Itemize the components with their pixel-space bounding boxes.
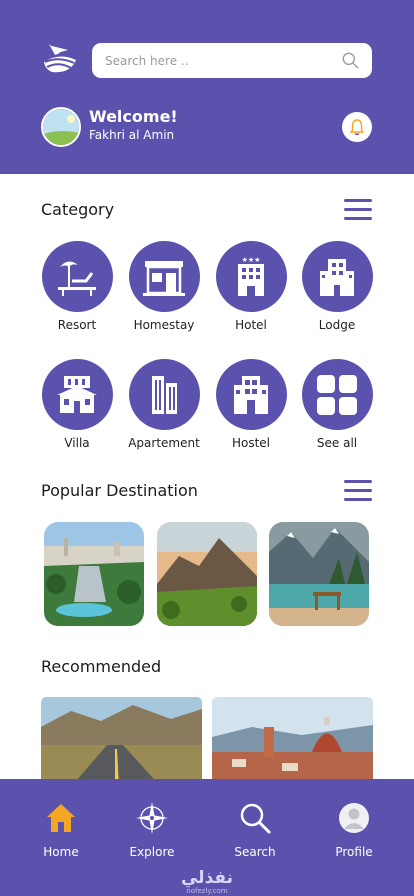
mountain-valley-image — [157, 522, 257, 626]
svg-text:★★★: ★★★ — [242, 256, 261, 264]
category-resort[interactable]: Resort — [33, 241, 121, 332]
nav-explore[interactable]: Explore — [112, 801, 192, 859]
category-label: Apartement — [128, 436, 200, 450]
homestay-icon — [128, 241, 200, 312]
category-label: Lodge — [318, 318, 356, 332]
search-bar[interactable] — [92, 43, 372, 78]
recommended-card-road[interactable] — [41, 697, 202, 787]
category-hostel[interactable]: Hostel — [207, 359, 295, 450]
welcome-text: Welcome! — [89, 107, 178, 126]
nav-label: Search — [234, 845, 276, 859]
user-avatar[interactable] — [41, 107, 81, 147]
recommended-card-florence[interactable] — [212, 697, 373, 787]
popular-destination-title: Popular Destination — [41, 481, 198, 500]
hostel-icon — [215, 359, 287, 430]
grid-icon — [301, 359, 373, 430]
popular-menu-icon[interactable] — [344, 480, 372, 502]
nav-home[interactable]: Home — [21, 801, 101, 859]
nav-search[interactable]: Search — [215, 801, 295, 859]
category-homestay[interactable]: Homestay — [120, 241, 208, 332]
search-icon — [240, 803, 271, 834]
resort-icon — [41, 241, 113, 312]
lake-mountains-image — [269, 522, 369, 626]
category-see-all[interactable]: See all — [293, 359, 381, 450]
home-icon — [47, 804, 75, 832]
recommended-title: Recommended — [41, 657, 162, 676]
nav-profile[interactable]: Profile — [314, 801, 394, 859]
category-apartement[interactable]: Apartement — [120, 359, 208, 450]
category-menu-icon[interactable] — [344, 199, 372, 221]
profile-icon — [339, 803, 369, 833]
destination-card-city[interactable] — [44, 522, 144, 626]
watermark: نفذلي nofezly.com — [0, 868, 414, 896]
florence-city-image — [212, 697, 373, 787]
watermark-sub: nofezly.com — [186, 887, 228, 895]
nav-label: Home — [43, 845, 79, 859]
user-name: Fakhri al Amin — [89, 128, 175, 142]
villa-icon — [41, 359, 113, 430]
compass-icon — [136, 802, 168, 834]
nav-label: Explore — [129, 845, 175, 859]
nav-label: Profile — [335, 845, 373, 859]
city-waterfall-image — [44, 522, 144, 626]
watermark-main: نفذلي — [180, 868, 234, 888]
search-input[interactable] — [105, 43, 325, 78]
destination-card-lake[interactable] — [269, 522, 369, 626]
category-label: Hotel — [235, 318, 267, 332]
destination-card-mountain[interactable] — [157, 522, 257, 626]
bell-icon — [349, 119, 365, 136]
category-label: Resort — [57, 318, 97, 332]
category-label: Hostel — [231, 436, 271, 450]
category-label: See all — [316, 436, 358, 450]
app-logo-icon — [44, 44, 76, 73]
hotel-icon: ★★★ — [215, 241, 287, 312]
category-lodge[interactable]: Lodge — [293, 241, 381, 332]
apartment-icon — [128, 359, 200, 430]
category-hotel[interactable]: ★★★ Hotel — [207, 241, 295, 332]
app-header: Welcome! Fakhri al Amin — [0, 0, 414, 174]
search-icon[interactable] — [342, 52, 359, 69]
lodge-icon — [301, 241, 373, 312]
category-label: Villa — [64, 436, 90, 450]
category-villa[interactable]: Villa — [33, 359, 121, 450]
category-title: Category — [41, 200, 115, 219]
notification-button[interactable] — [342, 112, 372, 142]
category-label: Homestay — [133, 318, 195, 332]
desert-road-image — [41, 697, 202, 787]
